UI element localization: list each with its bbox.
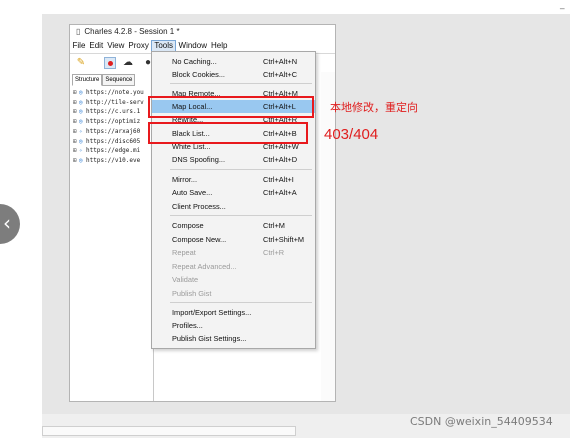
tree-row[interactable]: ⊞ ✧ https://arxaj60 <box>73 127 153 137</box>
globe-icon: ◎ <box>79 98 83 106</box>
menu-item-no-caching[interactable]: No Caching... Ctrl+Alt+N <box>152 55 315 68</box>
black-list-highlight-box <box>148 122 308 144</box>
menu-edit[interactable]: Edit <box>88 40 105 52</box>
menu-proxy[interactable]: Proxy <box>127 40 150 52</box>
chevron-left-icon: ‹ <box>3 211 11 235</box>
host-tree: ⊞ ◎ https://note.you ⊞ ◎ http://tile-serv ⊞ ◎… <box>73 88 153 166</box>
lock-icon: ✧ <box>79 127 83 135</box>
tree-row[interactable]: ⊞ ◎ https://optimiz <box>73 117 153 127</box>
globe-icon: ◎ <box>79 156 83 164</box>
menu-separator <box>170 302 312 303</box>
menu-item-mirror[interactable]: Mirror... Ctrl+Alt+I <box>152 173 315 186</box>
menu-separator <box>170 215 312 216</box>
menu-separator <box>170 169 312 170</box>
menu-item-dns-spoofing[interactable]: DNS Spoofing... Ctrl+Alt+D <box>152 153 315 166</box>
throttle-icon[interactable]: ☁ <box>122 57 134 69</box>
previous-image-button[interactable]: ‹ <box>0 204 20 244</box>
tree-row[interactable]: ⊞ ◎ https://note.you <box>73 88 153 98</box>
menu-item-import-export-settings[interactable]: Import/Export Settings... <box>152 306 315 319</box>
globe-icon: ◎ <box>79 89 83 96</box>
menu-item-repeat-advanced: Repeat Advanced... <box>172 262 237 271</box>
menu-view[interactable]: View <box>106 40 126 52</box>
tree-row[interactable]: ⊞ ◎ http://tile-serv <box>73 98 153 108</box>
menu-item-compose[interactable]: Compose Ctrl+M <box>152 219 315 232</box>
menu-item-client-process[interactable]: Client Process... <box>152 200 315 213</box>
menu-item-publish-gist: Publish Gist <box>172 289 212 298</box>
bottom-input-strip <box>42 426 296 436</box>
menu-item-profiles[interactable]: Profiles... <box>152 319 315 332</box>
corner-mark: _ <box>560 0 565 10</box>
menu-item-publish-gist-settings[interactable]: Publish Gist Settings... <box>152 332 315 345</box>
globe-icon: ◎ <box>79 137 83 145</box>
menu-item-repeat: Repeat Ctrl+R <box>172 248 285 257</box>
menu-separator <box>170 83 312 84</box>
window-title: Charles 4.2.8 - Session 1 * <box>84 27 180 36</box>
globe-icon: ◎ <box>79 108 83 116</box>
menu-item-compose-new[interactable]: Compose New... Ctrl+Shift+M <box>152 233 315 246</box>
structure-pane: Structure Sequence ⊞ ◎ https://note.you ⊞ ◎ h… <box>70 72 154 401</box>
tree-row[interactable]: ⊞ ◎ https://c.urs.1 <box>73 107 153 117</box>
tree-row[interactable]: ⊞ ✧ https://edge.mi <box>73 146 153 156</box>
broom-icon[interactable]: ✎ <box>75 57 87 69</box>
tab-sequence[interactable]: Sequence <box>102 74 136 86</box>
view-tabs: Structure Sequence <box>72 74 136 86</box>
watermark: CSDN @weixin_54409534 <box>410 415 553 428</box>
menu-file[interactable]: File <box>71 40 87 52</box>
menu-item-validate: Validate <box>172 275 199 284</box>
tree-row[interactable]: ⊞ ◎ https://v10.eve <box>73 156 153 166</box>
globe-icon: ◎ <box>79 118 83 126</box>
title-bar: ▯ Charles 4.2.8 - Session 1 * <box>70 25 335 39</box>
black-list-annotation: 403/404 <box>324 126 379 143</box>
menu-item-auto-save[interactable]: Auto Save... Ctrl+Alt+A <box>152 186 315 199</box>
record-icon[interactable] <box>104 57 116 69</box>
menu-item-block-cookies[interactable]: Block Cookies... Ctrl+Alt+C <box>152 68 315 81</box>
lock-icon: ✧ <box>79 147 83 155</box>
tree-row[interactable]: ⊞ ◎ https://disc605 <box>73 137 153 147</box>
tab-structure[interactable]: Structure <box>72 74 103 86</box>
detail-pane <box>321 72 335 401</box>
map-local-annotation: 本地修改，重定向 <box>330 101 418 114</box>
charles-app-icon: ▯ <box>76 27 81 36</box>
map-local-highlight-box <box>148 96 314 118</box>
